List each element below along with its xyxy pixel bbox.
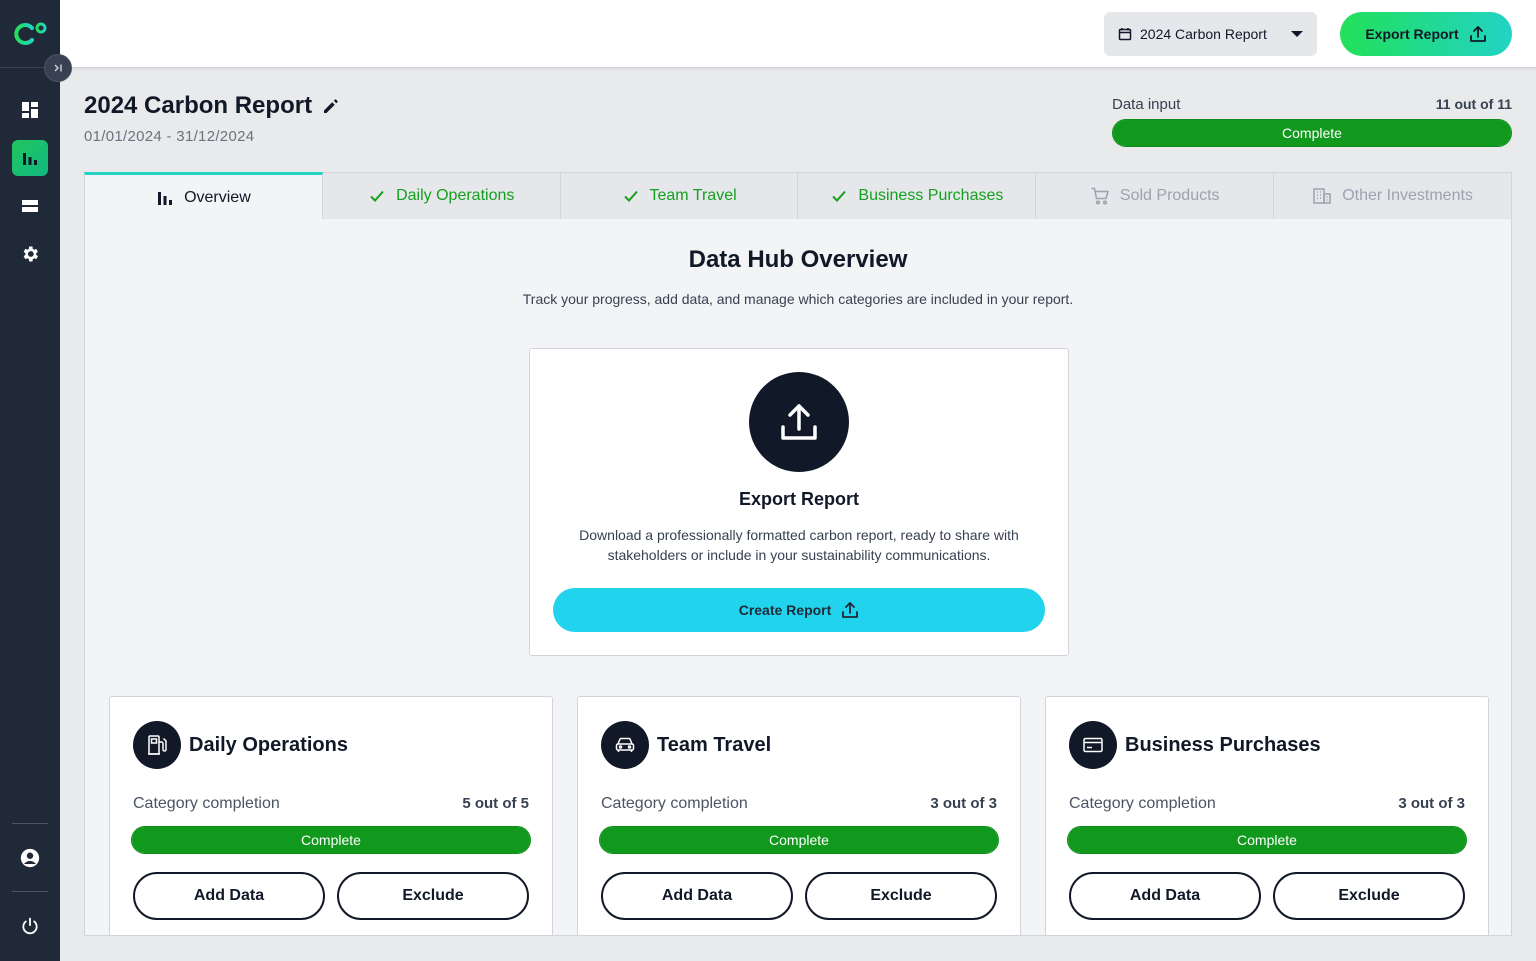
category-icon-wrap (1069, 721, 1117, 769)
power-icon (22, 917, 38, 935)
check-icon (370, 190, 384, 202)
tab-sold-products[interactable]: Sold Products (1036, 172, 1275, 220)
exclude-button[interactable]: Exclude (1273, 872, 1465, 920)
tab-other-investments[interactable]: Other Investments (1274, 172, 1512, 220)
progress-bar: Complete (599, 826, 999, 854)
sidebar-item-settings[interactable] (12, 236, 48, 272)
dashboard-icon (22, 102, 38, 118)
data-input-count: 11 out of 11 (1435, 96, 1512, 112)
create-report-label: Create Report (738, 602, 832, 618)
add-data-button[interactable]: Add Data (1069, 872, 1261, 920)
category-card-team-travel: Team Travel Category completion 3 out of… (577, 696, 1021, 935)
category-name: Daily Operations (189, 733, 348, 756)
category-completion-count: 3 out of 3 (1398, 795, 1465, 812)
tab-team-travel[interactable]: Team Travel (560, 172, 799, 220)
report-date-range: 01/01/2024 - 31/12/2024 (84, 128, 255, 145)
progress-status: Complete (301, 832, 361, 848)
export-icon-circle (749, 372, 849, 472)
category-icon-wrap (133, 721, 181, 769)
sidebar-item-account[interactable] (12, 840, 48, 876)
sidebar-divider (12, 891, 48, 892)
add-data-button[interactable]: Add Data (133, 872, 325, 920)
export-card-title: Export Report (738, 489, 859, 509)
category-completion-count: 3 out of 3 (930, 795, 997, 812)
top-bar: 2024 Carbon Report Export Report (60, 0, 1536, 68)
category-completion-label: Category completion (1069, 795, 1216, 812)
gear-icon (23, 246, 38, 262)
category-icon-wrap (601, 721, 649, 769)
category-name: Business Purchases (1125, 733, 1321, 756)
bar-chart-icon (158, 191, 173, 205)
progress-bar: Complete (1112, 119, 1512, 147)
overview-title: Data Hub Overview (688, 246, 908, 273)
category-completion-label: Category completion (133, 795, 280, 812)
category-tabs: Overview Daily Operations Team Travel Bu… (84, 172, 1512, 220)
category-completion-label: Category completion (601, 795, 748, 812)
overview-subtitle: Track your progress, add data, and manag… (522, 291, 1074, 307)
export-report-button[interactable]: Export Report (1340, 12, 1512, 56)
fuel-station-icon (148, 735, 167, 755)
car-icon (615, 737, 635, 752)
data-input-progress: Data input 11 out of 11 Complete (1112, 96, 1512, 147)
sidebar-expand-button[interactable] (44, 54, 72, 82)
exclude-button[interactable]: Exclude (805, 872, 997, 920)
tab-business-purchases[interactable]: Business Purchases (798, 172, 1037, 220)
user-account-icon (20, 848, 40, 868)
progress-status: Complete (769, 832, 829, 848)
chevron-down-icon (1291, 31, 1303, 37)
exclude-button[interactable]: Exclude (337, 872, 529, 920)
check-icon (623, 190, 638, 202)
category-card-business-purchases: Business Purchases Category completion 3… (1045, 696, 1489, 935)
report-selector[interactable]: 2024 Carbon Report (1104, 12, 1317, 56)
export-report-card: Export Report Download a professionally … (529, 348, 1069, 656)
overview-panel: Data Hub Overview Track your progress, a… (84, 219, 1512, 936)
add-data-button[interactable]: Add Data (601, 872, 793, 920)
tab-label: Business Purchases (858, 187, 1004, 204)
progress-status: Complete (1237, 832, 1297, 848)
tab-label: Other Investments (1342, 187, 1473, 204)
pencil-edit-icon[interactable] (322, 97, 340, 115)
check-icon (832, 190, 847, 202)
tab-label: Daily Operations (396, 187, 515, 204)
credit-card-icon (1083, 737, 1103, 753)
export-card-description: Download a professionally formatted carb… (579, 527, 1019, 563)
sidebar (0, 0, 72, 961)
upload-icon (1469, 26, 1486, 42)
report-title: 2024 Carbon Report (84, 92, 313, 119)
sidebar-item-dashboard[interactable] (12, 92, 48, 128)
report-selector-value: 2024 Carbon Report (1140, 26, 1267, 42)
export-report-label: Export Report (1365, 26, 1459, 42)
building-icon (1313, 188, 1331, 204)
cart-icon (1091, 187, 1109, 205)
sidebar-item-data[interactable] (12, 188, 48, 224)
progress-status: Complete (1282, 125, 1342, 141)
database-icon (22, 200, 38, 212)
tab-overview[interactable]: Overview (84, 172, 323, 220)
bar-chart-icon (23, 153, 37, 165)
data-input-label: Data input (1112, 96, 1181, 113)
category-card-daily-operations: Daily Operations Category completion 5 o… (109, 696, 553, 935)
calendar-icon (1118, 28, 1132, 41)
tab-label: Overview (184, 188, 251, 206)
category-name: Team Travel (657, 733, 772, 756)
tab-label: Team Travel (649, 187, 737, 204)
upload-icon (842, 602, 859, 618)
upload-icon (781, 404, 817, 440)
progress-bar: Complete (131, 826, 531, 854)
category-completion-count: 5 out of 5 (462, 795, 529, 812)
c-degree-logo (14, 22, 47, 45)
create-report-button[interactable]: Create Report (553, 588, 1045, 632)
tab-daily-operations[interactable]: Daily Operations (322, 172, 561, 220)
sidebar-item-logout[interactable] (12, 908, 48, 944)
chevron-right-bar-icon (54, 64, 62, 72)
sidebar-item-reports[interactable] (12, 140, 48, 176)
sidebar-divider (12, 823, 48, 824)
tab-label: Sold Products (1119, 187, 1220, 204)
page-title: 2024 Carbon Report (84, 92, 340, 120)
progress-bar: Complete (1067, 826, 1467, 854)
